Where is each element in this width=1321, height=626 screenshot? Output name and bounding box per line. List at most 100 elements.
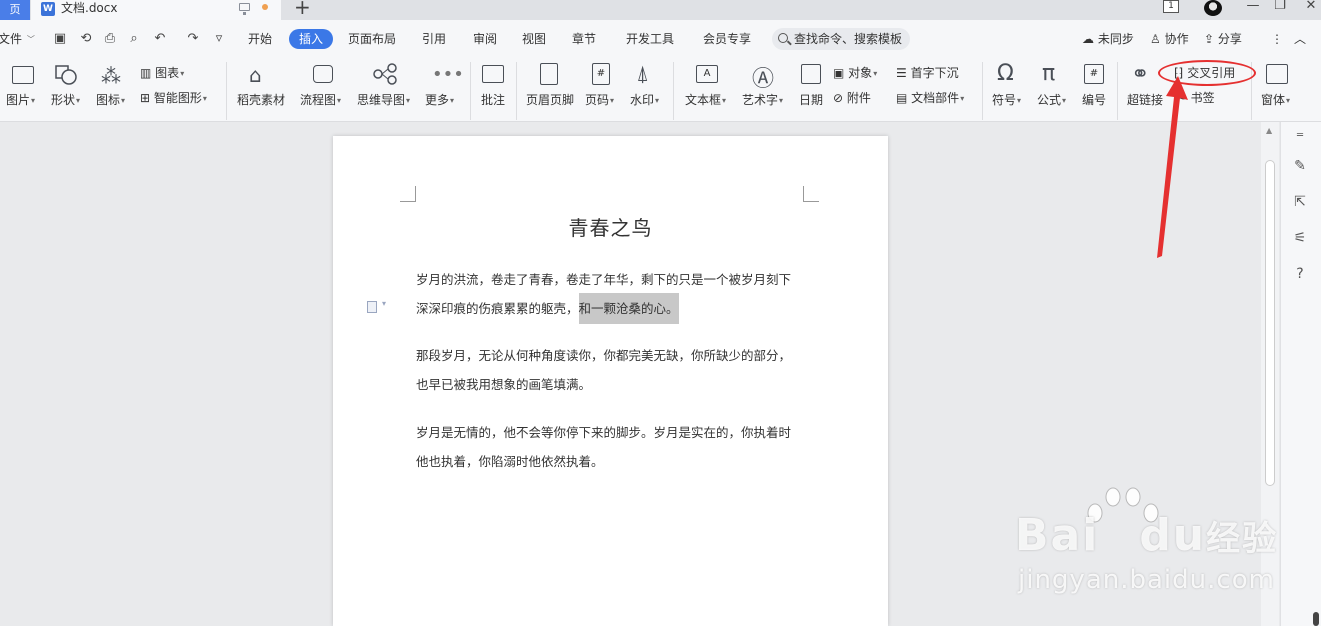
page-count-badge[interactable]: 1 bbox=[1163, 0, 1179, 13]
more-button[interactable]: 更多▾ bbox=[425, 93, 454, 108]
mindmap-icon bbox=[372, 63, 398, 88]
icons-button[interactable]: 图标▾ bbox=[96, 93, 125, 108]
flowchart-button[interactable]: 流程图▾ bbox=[300, 93, 341, 108]
avatar[interactable] bbox=[1204, 0, 1222, 16]
customize-qa-icon[interactable]: ▿ bbox=[212, 32, 226, 46]
cursor-icon[interactable]: ⇱ bbox=[1292, 194, 1308, 210]
tab-references[interactable]: 引用 bbox=[422, 20, 446, 58]
drop-cap-button[interactable]: ☰ 首字下沉 bbox=[896, 66, 959, 80]
attachment-button[interactable]: ⊘ 附件 bbox=[833, 91, 871, 105]
form-button[interactable]: 窗体▾ bbox=[1261, 93, 1290, 108]
chart-button[interactable]: ▥ 图表▾ bbox=[140, 66, 184, 81]
scrollbar-thumb[interactable] bbox=[1265, 160, 1275, 486]
paragraph-2-line-1[interactable]: 那段岁月，无论从何种角度读你，你都完美无缺，你所缺少的部分， bbox=[416, 345, 791, 364]
chart-icon: ▥ bbox=[140, 66, 152, 80]
help-icon[interactable]: ? bbox=[1292, 266, 1308, 282]
formula-button[interactable]: 公式▾ bbox=[1037, 93, 1066, 108]
baidu-watermark-url: jingyan.baidu.com bbox=[1018, 565, 1275, 595]
more-options-icon[interactable]: ⋮ bbox=[1271, 20, 1283, 58]
tab-view[interactable]: 视图 bbox=[522, 20, 546, 58]
collab-button[interactable]: ♙ 协作 bbox=[1150, 20, 1189, 58]
page-number-button[interactable]: 页码▾ bbox=[585, 93, 614, 108]
print-icon[interactable]: ⎙ bbox=[103, 32, 117, 46]
ribbon: 图片▾ 形状▾ ⁂ 图标▾ ▥ 图表▾ ⊞ 智能图形▾ ⌂ 稻壳素材 流程图▾ … bbox=[0, 58, 1321, 122]
comment-button[interactable]: 批注 bbox=[481, 93, 505, 107]
scroll-up-icon[interactable]: ▲ bbox=[1266, 126, 1272, 135]
paragraph-3-line-2[interactable]: 他也执着，你陷溺时他依然执着。 bbox=[416, 451, 604, 470]
tab-page-layout[interactable]: 页面布局 bbox=[348, 20, 396, 58]
symbol-button[interactable]: 符号▾ bbox=[992, 93, 1021, 108]
document-title[interactable]: 青春之鸟 bbox=[333, 212, 888, 241]
monitor-icon[interactable] bbox=[239, 3, 250, 15]
sync-button[interactable]: ☁ 未同步 bbox=[1082, 20, 1134, 58]
close-button[interactable]: ✕ bbox=[1296, 0, 1321, 14]
shape-icon bbox=[54, 64, 78, 86]
picture-button[interactable]: 图片▾ bbox=[6, 93, 35, 108]
omega-icon: Ω bbox=[997, 61, 1014, 86]
resize-handle[interactable] bbox=[1313, 612, 1319, 626]
pi-icon: π bbox=[1042, 61, 1056, 86]
undo-icon[interactable]: ↶ bbox=[153, 32, 167, 46]
tab-member[interactable]: 会员专享 bbox=[703, 20, 751, 58]
doc-parts-button[interactable]: ▤ 文档部件▾ bbox=[896, 91, 964, 106]
hyperlink-button[interactable]: 超链接 bbox=[1127, 93, 1163, 107]
word-doc-icon: W bbox=[41, 2, 55, 16]
tab-home[interactable]: 开始 bbox=[248, 20, 272, 58]
tab-review[interactable]: 审阅 bbox=[473, 20, 497, 58]
object-icon: ▣ bbox=[833, 66, 845, 80]
print-preview-icon[interactable]: ⌕ bbox=[127, 32, 141, 46]
pen-icon[interactable]: ✎ bbox=[1292, 158, 1308, 174]
command-search-input[interactable]: 查找命令、搜索模板 bbox=[772, 28, 910, 50]
tab-chapter[interactable]: 章节 bbox=[572, 20, 596, 58]
form-icon bbox=[1266, 64, 1288, 84]
paragraph-2-line-2[interactable]: 也早已被我用想象的画笔填满。 bbox=[416, 374, 591, 393]
user-icon: ♙ bbox=[1150, 32, 1161, 46]
document-tab[interactable]: W 文档.docx bbox=[31, 0, 281, 20]
file-menu[interactable]: 文件 ﹀ bbox=[0, 20, 35, 58]
save-icon[interactable]: ▣ bbox=[53, 32, 67, 46]
more-dots-icon: ••• bbox=[432, 64, 464, 85]
paragraph-1-line-2[interactable]: 深深印痕的伤痕累累的躯壳，和一颗沧桑的心。 bbox=[416, 293, 679, 324]
material-button[interactable]: 稻壳素材 bbox=[237, 93, 285, 107]
restore-button[interactable]: ❐ bbox=[1265, 0, 1295, 14]
share-icon: ⇪ bbox=[1204, 32, 1215, 46]
text-run: 深深印痕的伤痕累累的躯壳， bbox=[416, 301, 579, 316]
smart-shape-button[interactable]: ⊞ 智能图形▾ bbox=[140, 91, 207, 106]
icon-library-icon: ⁂ bbox=[101, 64, 121, 88]
textbox-button[interactable]: 文本框▾ bbox=[685, 93, 726, 108]
date-button[interactable]: 日期 bbox=[799, 93, 823, 107]
ribbon-separator bbox=[226, 62, 227, 120]
mindmap-button[interactable]: 思维导图▾ bbox=[357, 93, 410, 108]
format-painter-icon[interactable]: ⟲ bbox=[79, 32, 93, 46]
calendar-icon bbox=[801, 64, 821, 84]
header-footer-button[interactable]: 页眉页脚 bbox=[526, 93, 574, 107]
menu-bar: 文件 ﹀ ▣ ⟲ ⎙ ⌕ ↶ ↷ ▿ 开始 插入 页面布局 引用 审阅 视图 章… bbox=[0, 20, 1321, 58]
collapse-ribbon-icon[interactable]: ︿ bbox=[1294, 20, 1306, 58]
ribbon-separator bbox=[470, 62, 471, 120]
flowchart-icon bbox=[313, 65, 333, 83]
settings-sliders-icon[interactable]: ⚟ bbox=[1292, 230, 1308, 246]
paragraph-1-line-1[interactable]: 岁月的洪流，卷走了青春，卷走了年华，剩下的只是一个被岁月刻下 bbox=[416, 269, 791, 288]
document-page[interactable]: 青春之鸟 岁月的洪流，卷走了青春，卷走了年华，剩下的只是一个被岁月刻下 深深印痕… bbox=[333, 136, 888, 626]
redo-icon[interactable]: ↷ bbox=[186, 32, 200, 46]
margin-corner-top-right bbox=[803, 186, 819, 202]
paragraph-3-line-1[interactable]: 岁月是无情的，他不会等你停下来的脚步。岁月是实在的，你执着时 bbox=[416, 422, 791, 441]
wordart-button[interactable]: 艺术字▾ bbox=[742, 93, 783, 108]
link-icon: ⚭ bbox=[1131, 62, 1150, 87]
object-button[interactable]: ▣ 对象▾ bbox=[833, 66, 877, 81]
numbering-button[interactable]: 编号 bbox=[1082, 93, 1106, 107]
selected-text[interactable]: 和一颗沧桑的心。 bbox=[578, 293, 679, 324]
ribbon-separator bbox=[516, 62, 517, 120]
home-tab[interactable]: 页 bbox=[0, 0, 30, 20]
tab-insert[interactable]: 插入 bbox=[289, 29, 333, 49]
new-tab-button[interactable]: + bbox=[294, 0, 311, 17]
bookmark-button[interactable]: ⚑ 书签 bbox=[1176, 91, 1215, 105]
minimize-button[interactable]: — bbox=[1238, 0, 1268, 14]
tab-developer[interactable]: 开发工具 bbox=[626, 20, 674, 58]
watermark-button[interactable]: 水印▾ bbox=[630, 93, 659, 108]
shape-button[interactable]: 形状▾ bbox=[51, 93, 80, 108]
smart-shape-icon: ⊞ bbox=[140, 91, 151, 105]
paragraph-layout-icon[interactable] bbox=[367, 299, 386, 313]
share-button[interactable]: ⇪ 分享 bbox=[1204, 20, 1242, 58]
drop-cap-icon: ☰ bbox=[896, 66, 907, 80]
